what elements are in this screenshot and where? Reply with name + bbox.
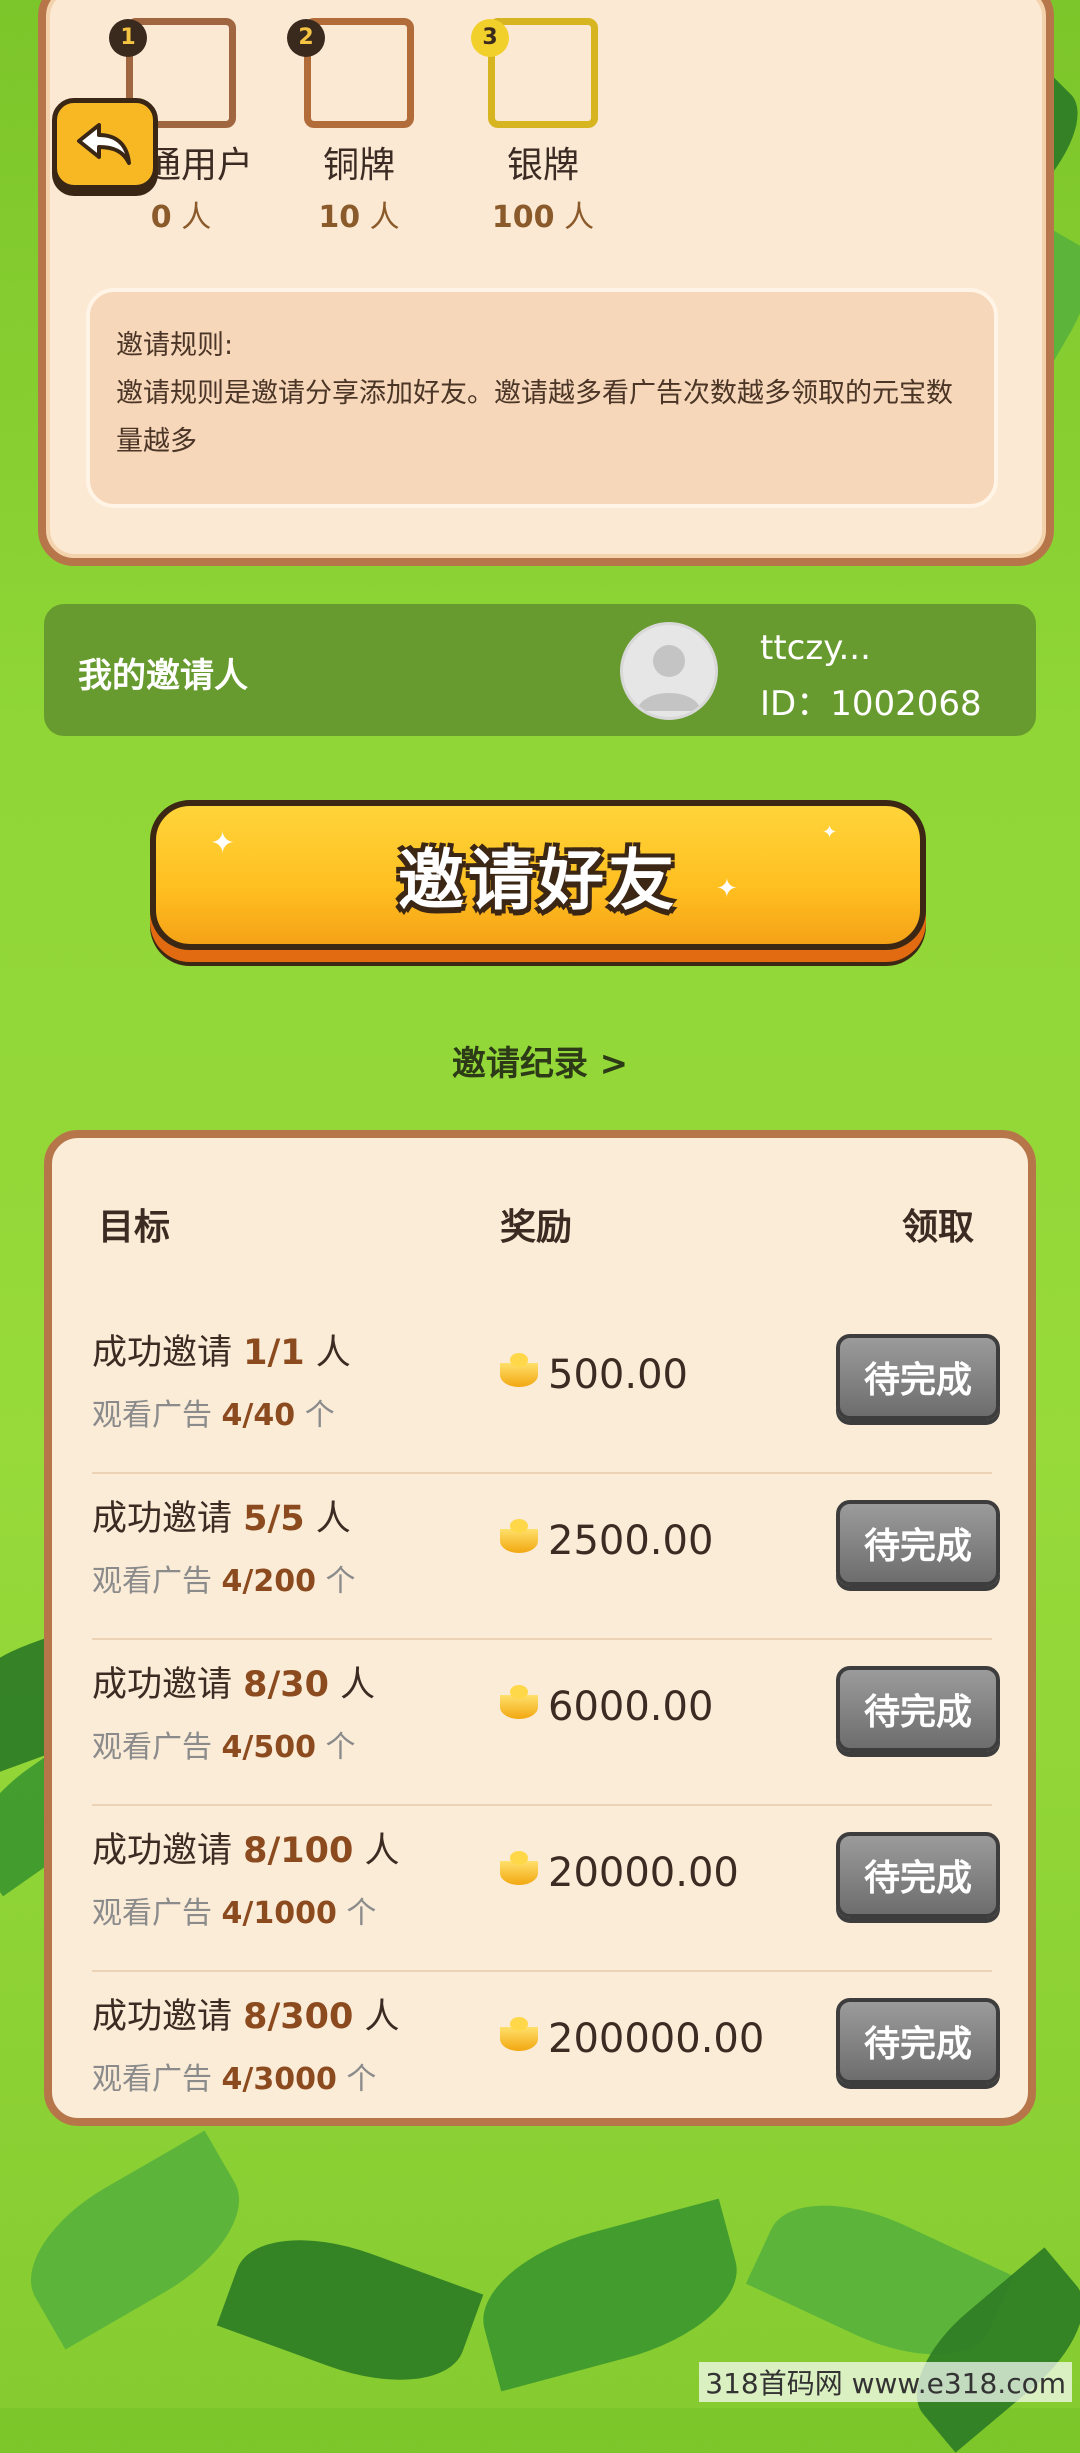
level-silver: 3 银牌 100 人 — [468, 18, 618, 236]
claim-button[interactable]: 待完成 — [836, 1334, 1000, 1420]
invite-record-link[interactable]: 邀请纪录 > — [0, 1036, 1080, 1085]
rank-badge: 1 — [109, 19, 147, 57]
level-count: 10 人 — [318, 200, 400, 235]
back-button[interactable] — [52, 98, 158, 190]
level-badge: 2 — [287, 18, 414, 128]
level-bronze: 2 铜牌 10 人 — [284, 18, 434, 236]
goal-text: 成功邀请 1/1 人 — [92, 1333, 351, 1373]
table-row: 成功邀请 8/30 人 观看广告 4/500 个 6000.00 待完成 — [92, 1638, 1000, 1806]
gold-ingot-icon — [500, 2017, 538, 2051]
my-inviter-bar: 我的邀请人 ttczy... ID：1002068 — [44, 604, 1036, 736]
ad-progress: 观看广告 4/1000 个 — [92, 1896, 377, 1931]
reward-amount: 6000.00 — [500, 1684, 713, 1730]
gold-ingot-icon — [500, 1851, 538, 1885]
rules-text: 邀请规则是邀请分享添加好友。邀请越多看广告次数越多领取的元宝数量越多 — [116, 378, 953, 457]
level-name: 银牌 — [506, 145, 579, 186]
invite-friends-button[interactable]: 邀请好友 ✦ ✦ ✦ — [150, 800, 926, 950]
user-avatar-icon — [637, 645, 701, 711]
claim-button[interactable]: 待完成 — [836, 1832, 1000, 1918]
back-arrow-icon — [77, 123, 131, 165]
header-reward: 奖励 — [500, 1207, 573, 1248]
ad-progress: 观看广告 4/200 个 — [92, 1564, 356, 1599]
rules-box: 邀请规则: 邀请规则是邀请分享添加好友。邀请越多看广告次数越多领取的元宝数量越多 — [86, 288, 998, 508]
watermark: 318首码网 www.e318.com — [699, 2362, 1072, 2402]
goal-text: 成功邀请 8/100 人 — [92, 1831, 400, 1871]
rank-badge: 3 — [471, 19, 509, 57]
sparkle-icon: ✦ — [822, 822, 838, 843]
goal-text: 成功邀请 8/300 人 — [92, 1997, 400, 2037]
invite-button-label: 邀请好友 — [398, 842, 678, 919]
header-goal: 目标 — [98, 1207, 171, 1248]
table-row: 成功邀请 5/5 人 观看广告 4/200 个 2500.00 待完成 — [92, 1472, 1000, 1640]
sparkle-icon: ✦ — [716, 874, 738, 904]
level-count: 0 人 — [150, 200, 212, 235]
level-card: 1 普通用户 0 人 2 铜牌 10 人 3 银牌 100 人 邀请规则: 邀请… — [38, 0, 1054, 566]
reward-task-table: 目标 奖励 领取 成功邀请 1/1 人 观看广告 4/40 个 500.00 待… — [44, 1130, 1036, 2126]
claim-button[interactable]: 待完成 — [836, 1998, 1000, 2084]
inviter-label: 我的邀请人 — [78, 656, 248, 696]
inviter-id: ID：1002068 — [760, 684, 982, 724]
goal-text: 成功邀请 8/30 人 — [92, 1665, 376, 1705]
reward-amount: 20000.00 — [500, 1850, 739, 1896]
gold-ingot-icon — [500, 1685, 538, 1719]
table-row: 成功邀请 8/300 人 观看广告 4/3000 个 200000.00 待完成 — [92, 1970, 1000, 2136]
gold-ingot-icon — [500, 1353, 538, 1387]
avatar — [620, 622, 718, 720]
sparkle-icon: ✦ — [210, 826, 236, 861]
level-badge: 3 — [471, 18, 598, 128]
header-claim: 领取 — [901, 1207, 974, 1248]
reward-amount: 200000.00 — [500, 2016, 764, 2062]
inviter-name: ttczy... — [760, 628, 871, 668]
gold-ingot-icon — [500, 1519, 538, 1553]
ad-progress: 观看广告 4/3000 个 — [92, 2062, 377, 2097]
leaf-decoration — [216, 2212, 484, 2408]
claim-button[interactable]: 待完成 — [836, 1666, 1000, 1752]
table-row: 成功邀请 1/1 人 观看广告 4/40 个 500.00 待完成 — [92, 1306, 1000, 1474]
rank-badge: 2 — [287, 19, 325, 57]
reward-amount: 500.00 — [500, 1352, 688, 1398]
level-count: 100 人 — [491, 200, 595, 235]
rules-title: 邀请规则: — [116, 330, 234, 361]
ad-progress: 观看广告 4/500 个 — [92, 1730, 356, 1765]
goal-text: 成功邀请 5/5 人 — [92, 1499, 351, 1539]
table-row: 成功邀请 8/100 人 观看广告 4/1000 个 20000.00 待完成 — [92, 1804, 1000, 1972]
claim-button[interactable]: 待完成 — [836, 1500, 1000, 1586]
level-name: 铜牌 — [322, 145, 395, 186]
ad-progress: 观看广告 4/40 个 — [92, 1398, 335, 1433]
reward-amount: 2500.00 — [500, 1518, 713, 1564]
